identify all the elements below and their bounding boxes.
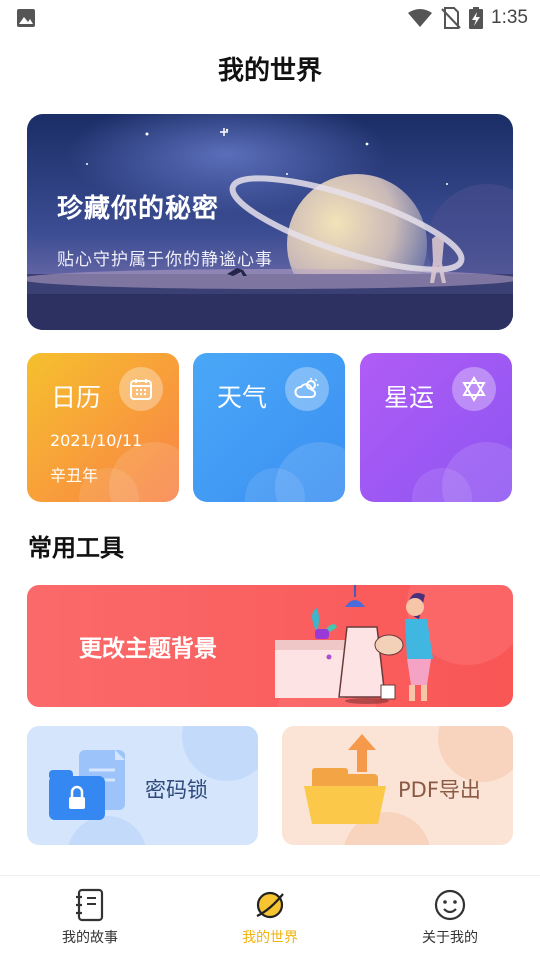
notebook-icon <box>76 888 104 922</box>
pdf-export-button[interactable]: PDF导出 <box>282 726 513 845</box>
page-title: 我的世界 <box>217 56 322 86</box>
password-lock-button[interactable]: 密码锁 <box>27 726 258 845</box>
wifi-icon <box>408 9 433 27</box>
calendar-date: 2021/10/11 <box>50 431 143 450</box>
status-bar: 1:35 <box>0 0 540 36</box>
hero-subtitle: 贴心守护属于你的静谧心事 <box>57 250 273 270</box>
tab-my-stories-label: 我的故事 <box>62 930 118 946</box>
calendar-card-title: 日历 <box>51 383 102 412</box>
weather-card-title: 天气 <box>217 383 268 412</box>
tab-my-world[interactable]: 我的世界 <box>180 876 360 960</box>
horoscope-card-title: 星运 <box>384 383 435 412</box>
hero-title: 珍藏你的秘密 <box>57 194 220 224</box>
status-time: 1:35 <box>491 7 528 28</box>
calendar-icon <box>119 367 163 411</box>
hero-banner[interactable]: 珍藏你的秘密 贴心守护属于你的静谧心事 <box>27 114 513 330</box>
battery-charging-icon <box>469 7 484 29</box>
password-lock-label: 密码锁 <box>145 778 208 802</box>
tab-my-world-label: 我的世界 <box>242 930 298 946</box>
tab-about-me-label: 关于我的 <box>422 930 478 946</box>
password-lock-illustration <box>49 726 258 845</box>
tab-my-stories[interactable]: 我的故事 <box>0 876 180 960</box>
change-theme-label: 更改主题背景 <box>79 636 217 662</box>
planet-icon <box>256 891 284 919</box>
calendar-lunar-year: 辛丑年 <box>50 466 99 485</box>
tools-section-title: 常用工具 <box>28 534 124 562</box>
tab-about-me[interactable]: 关于我的 <box>360 876 540 960</box>
pdf-export-label: PDF导出 <box>398 778 481 802</box>
cloud-sun-icon <box>285 367 329 411</box>
no-sim-icon <box>441 7 461 29</box>
horoscope-card[interactable]: 星运 <box>360 353 512 502</box>
smiley-icon <box>434 889 466 921</box>
bottom-navigation: 我的故事 我的世界 关于我的 <box>0 875 540 960</box>
change-theme-banner[interactable]: 更改主题背景 <box>27 585 513 707</box>
star-of-david-icon <box>452 367 496 411</box>
weather-card[interactable]: 天气 <box>193 353 345 502</box>
gallery-icon <box>17 9 35 27</box>
